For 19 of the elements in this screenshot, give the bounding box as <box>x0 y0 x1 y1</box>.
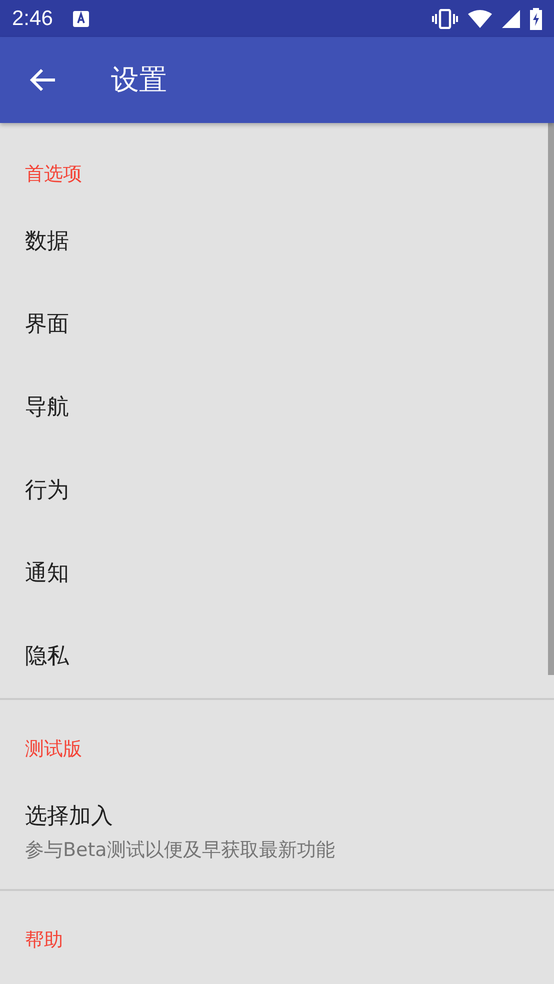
settings-item[interactable]: 界面 <box>25 312 529 338</box>
section-header: 首选项 <box>24 162 83 187</box>
battery-icon <box>530 8 542 30</box>
item-summary: 参与Beta测试以便及早获取最新功能 <box>25 838 336 862</box>
settings-item[interactable]: 行为 <box>25 478 529 504</box>
settings-item[interactable]: 数据 <box>25 228 529 254</box>
wifi-icon <box>468 10 492 28</box>
signal-icon <box>502 10 520 28</box>
screen-title: 设置 <box>111 62 167 98</box>
settings-item[interactable]: 导航 <box>25 394 529 420</box>
vibrate-icon <box>432 8 458 28</box>
status-time: 2:46 <box>12 6 53 30</box>
settings-item[interactable]: 隐私 <box>25 644 529 670</box>
back-arrow-icon <box>30 68 56 92</box>
keyboard-icon <box>72 10 89 26</box>
settings-item[interactable]: 通知 <box>25 560 529 586</box>
section-header: 测试版 <box>24 737 83 762</box>
section-header: 帮助 <box>24 928 64 953</box>
settings-item[interactable]: 选择加入 <box>25 804 529 830</box>
